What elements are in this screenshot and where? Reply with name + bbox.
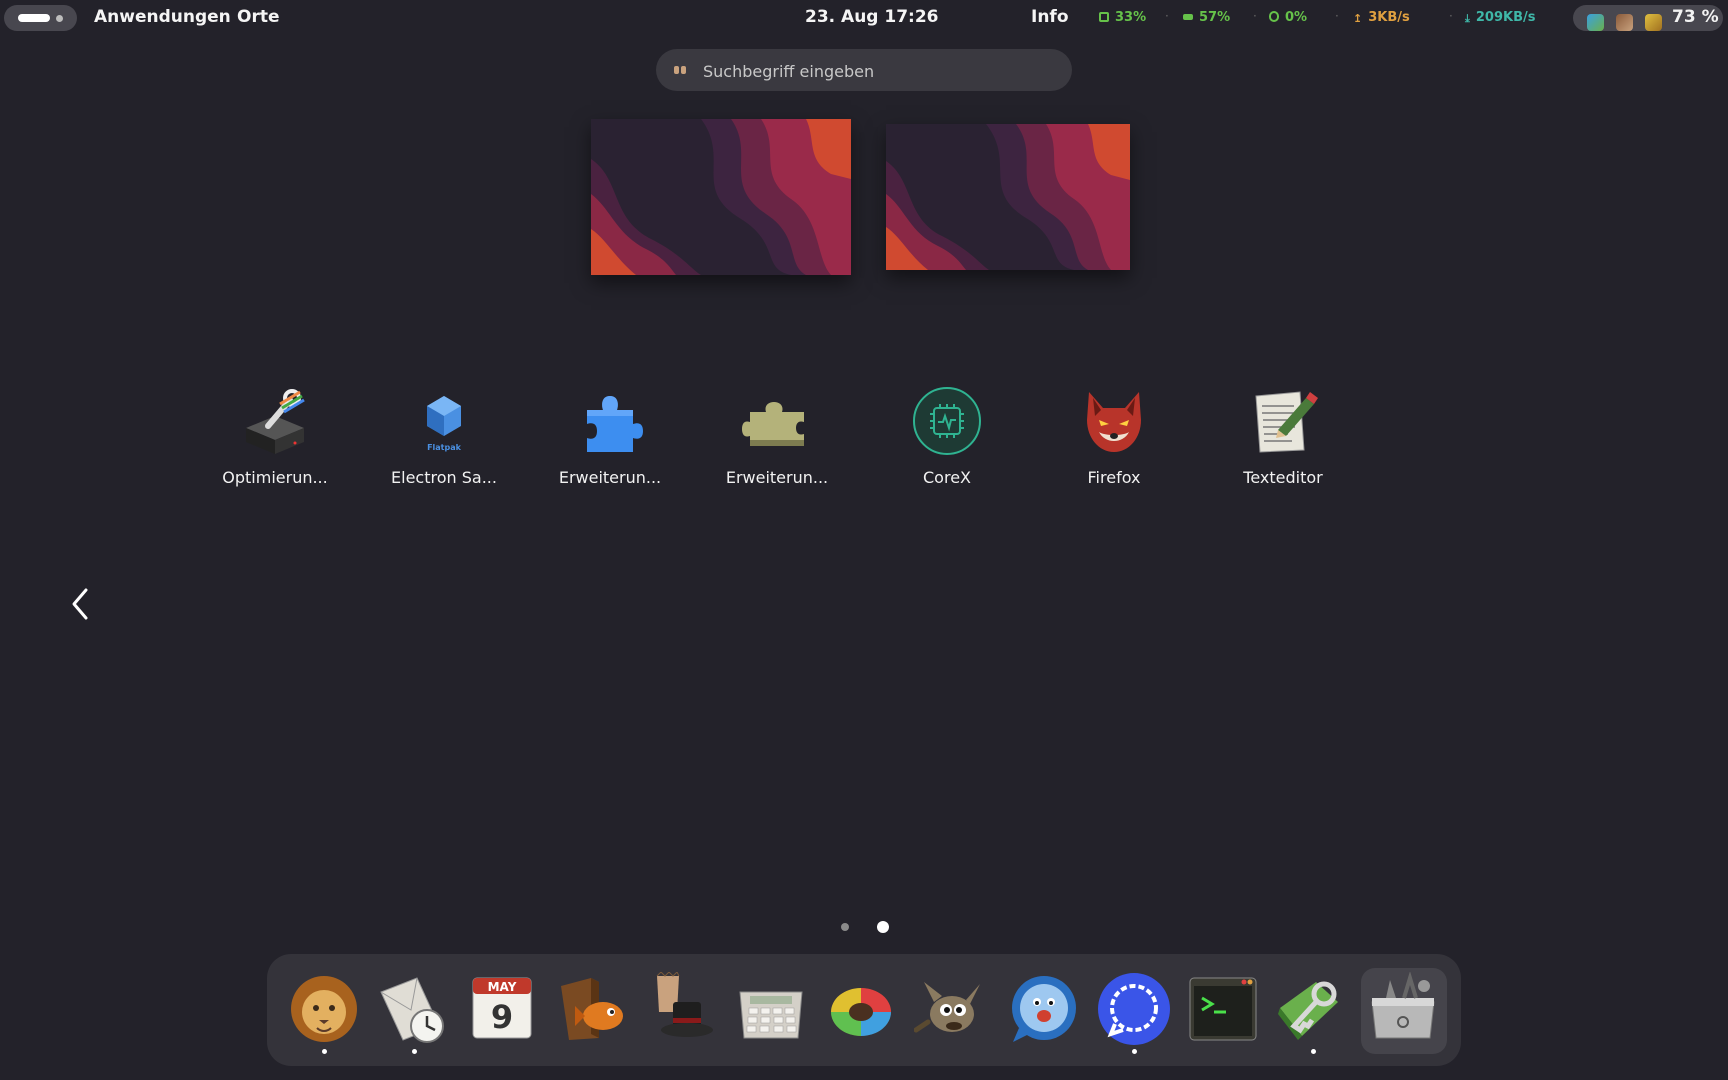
- indicator-separator: ·: [1165, 9, 1169, 23]
- cpu-value: 33%: [1115, 10, 1147, 25]
- svg-text:9: 9: [491, 998, 513, 1036]
- lion-icon: [291, 976, 357, 1042]
- workspace-indicator-active: [18, 14, 50, 22]
- app-label: CoreX: [923, 468, 971, 487]
- workspace-indicator: [56, 15, 63, 22]
- dock-item-lion[interactable]: [287, 972, 361, 1046]
- clock[interactable]: 23. Aug 17:26: [805, 7, 939, 27]
- battery-icon[interactable]: [1645, 14, 1662, 31]
- tweaks-icon: [240, 386, 310, 456]
- dock: MAY 9: [267, 954, 1461, 1066]
- workspace-thumbnail-2[interactable]: [886, 124, 1130, 270]
- app-label: Optimierun...: [222, 468, 328, 487]
- calendar-icon: MAY 9: [472, 977, 532, 1039]
- indicator-separator: ·: [1335, 9, 1339, 23]
- activities-button[interactable]: [4, 5, 77, 31]
- places-menu[interactable]: Orte: [237, 7, 280, 27]
- flatpak-icon: Flatpak: [409, 386, 479, 456]
- running-indicator: [1311, 1049, 1316, 1054]
- app-label: Texteditor: [1243, 468, 1323, 487]
- flatpak-badge: Flatpak: [427, 443, 462, 452]
- running-indicator: [412, 1049, 417, 1054]
- text-editor-icon: [1248, 386, 1318, 456]
- indicator-separator: ·: [1253, 9, 1257, 23]
- dock-item-signal[interactable]: [1097, 972, 1171, 1046]
- dock-item-messenger[interactable]: [1007, 972, 1081, 1046]
- dock-item-calendar[interactable]: MAY 9: [465, 972, 539, 1046]
- dock-item-fish-box[interactable]: [555, 972, 629, 1046]
- upload-value: 3KB/s: [1368, 10, 1410, 25]
- signal-icon: [1098, 973, 1170, 1045]
- speaker-icon[interactable]: [1616, 14, 1633, 31]
- terminal-icon: [1189, 977, 1257, 1041]
- indicator-separator: ·: [1449, 9, 1453, 23]
- chevron-left-icon: [72, 588, 88, 620]
- search-icon: [674, 64, 688, 76]
- search-input[interactable]: [701, 49, 1065, 93]
- mail-clock-icon: [380, 977, 444, 1043]
- memory-indicator[interactable]: 57%: [1183, 10, 1230, 25]
- gimp-icon: [913, 982, 980, 1033]
- upload-icon: ↥: [1353, 12, 1363, 25]
- dock-item-keyring[interactable]: [1276, 972, 1350, 1046]
- puzzle-piece-blue-icon: [575, 386, 645, 456]
- info-menu[interactable]: Info: [1031, 7, 1069, 27]
- puzzle-piece-olive-icon: [742, 386, 812, 456]
- applications-menu[interactable]: Anwendungen: [94, 7, 231, 27]
- memory-value: 57%: [1199, 10, 1231, 25]
- top-bar: Anwendungen Orte 23. Aug 17:26 Info 33% …: [0, 0, 1728, 34]
- messenger-icon: [1012, 976, 1076, 1042]
- app-label: Erweiterun...: [725, 468, 829, 487]
- disk-value: 0%: [1285, 10, 1308, 25]
- app-electron-sandbox[interactable]: Flatpak Electron Sa...: [369, 386, 519, 496]
- svg-text:MAY: MAY: [488, 980, 517, 994]
- memory-icon: [1183, 14, 1193, 20]
- app-firefox[interactable]: Firefox: [1039, 386, 1189, 496]
- disk-icon: [1269, 11, 1279, 22]
- app-erweiterungen-1[interactable]: Erweiterun...: [535, 386, 685, 496]
- battery-percentage: 73 %: [1672, 7, 1719, 27]
- cpu-indicator[interactable]: 33%: [1099, 10, 1146, 25]
- magician-hat-icon: [656, 971, 713, 1037]
- search-bar[interactable]: [656, 49, 1072, 93]
- dock-item-magician[interactable]: [645, 971, 719, 1046]
- app-erweiterungen-2[interactable]: Erweiterun...: [702, 386, 852, 496]
- previous-page-button[interactable]: [66, 584, 96, 624]
- upload-indicator[interactable]: ↥ 3KB/s: [1353, 10, 1410, 25]
- app-optimierungen[interactable]: Optimierun...: [200, 386, 350, 496]
- download-icon: ⤓: [1465, 12, 1470, 25]
- dock-item-gimp[interactable]: [913, 972, 988, 1046]
- disk-indicator[interactable]: 0%: [1269, 10, 1307, 25]
- dock-item-calculator[interactable]: [734, 972, 808, 1046]
- running-indicator: [322, 1049, 327, 1054]
- color-wheel-icon: [831, 988, 891, 1036]
- dock-item-color-wheel[interactable]: [824, 972, 898, 1046]
- cpu-icon: [1099, 12, 1109, 22]
- calculator-icon: [739, 991, 803, 1039]
- page-indicator-2[interactable]: [877, 921, 889, 933]
- page-indicator-1[interactable]: [841, 923, 849, 931]
- software-tools-icon: [1371, 971, 1435, 1039]
- download-value: 209KB/s: [1475, 10, 1536, 25]
- running-indicator: [1132, 1049, 1137, 1054]
- corex-chip-icon: [912, 386, 982, 456]
- app-label: Firefox: [1087, 468, 1141, 487]
- keyring-icon: [1278, 981, 1338, 1040]
- app-label: Electron Sa...: [391, 468, 497, 487]
- app-corex[interactable]: CoreX: [872, 386, 1022, 496]
- network-icon[interactable]: [1587, 14, 1604, 31]
- app-texteditor[interactable]: Texteditor: [1208, 386, 1358, 496]
- dock-item-terminal[interactable]: [1186, 972, 1260, 1046]
- workspace-thumbnail-1[interactable]: [591, 119, 851, 275]
- app-label: Erweiterun...: [558, 468, 662, 487]
- dock-item-mail[interactable]: [377, 972, 451, 1046]
- fish-box-icon: [561, 978, 623, 1040]
- download-indicator[interactable]: ⤓ 209KB/s: [1465, 10, 1535, 26]
- fox-head-icon: [1079, 386, 1149, 456]
- dock-item-software-tools[interactable]: [1366, 971, 1440, 1046]
